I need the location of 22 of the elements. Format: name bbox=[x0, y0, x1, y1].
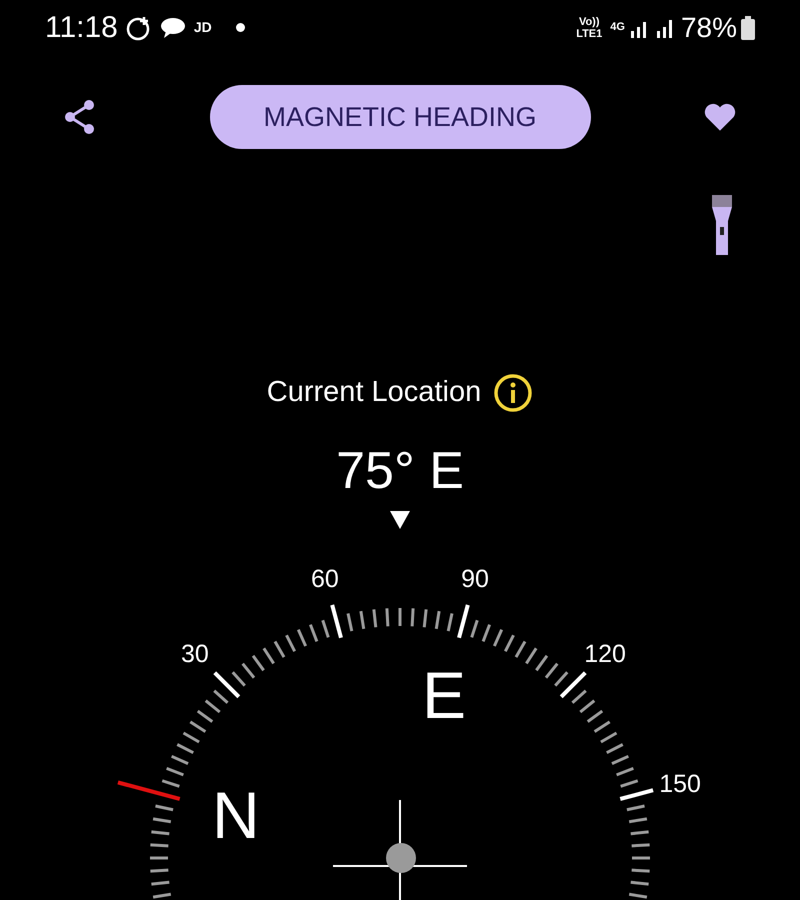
degree-label: 90 bbox=[461, 564, 489, 593]
battery-percent: 78% bbox=[680, 10, 737, 44]
degree-label: 150 bbox=[659, 770, 701, 798]
crosshair-icon bbox=[333, 800, 467, 900]
degree-label: 60 bbox=[311, 564, 339, 593]
message-icon bbox=[160, 16, 186, 40]
chat-icon bbox=[126, 14, 152, 40]
pointer-icon bbox=[390, 510, 410, 528]
mode-button[interactable]: MAGNETIC HEADING bbox=[210, 85, 590, 149]
degree-label: 30 bbox=[181, 640, 209, 668]
network-type: 4G bbox=[610, 20, 625, 36]
info-icon bbox=[493, 372, 534, 413]
heading-reading: 75° E bbox=[336, 440, 464, 500]
carrier-label: JD bbox=[194, 18, 212, 37]
flashlight-button[interactable] bbox=[712, 195, 732, 257]
cardinal-label: E bbox=[422, 658, 466, 732]
volte-indicator: Vo)) LTE1 bbox=[576, 16, 602, 40]
status-time: 11:18 bbox=[45, 10, 118, 46]
battery-icon bbox=[741, 16, 755, 40]
location-label: Current Location bbox=[266, 375, 482, 410]
degree-label: 120 bbox=[584, 640, 626, 668]
cardinal-label: N bbox=[212, 778, 260, 852]
